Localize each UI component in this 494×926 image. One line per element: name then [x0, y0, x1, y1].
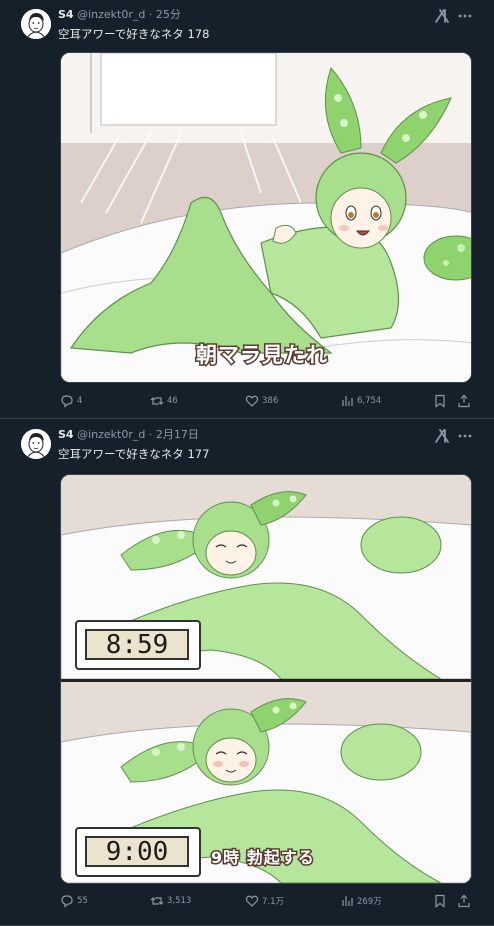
views-button[interactable]: 269万	[340, 894, 382, 908]
action-bar: 55 3,513 7.1万 269万	[58, 894, 474, 912]
reply-button[interactable]: 4	[60, 394, 82, 408]
timestamp[interactable]: 25分	[156, 8, 181, 21]
like-icon	[245, 395, 259, 407]
separator-dot: ·	[148, 428, 153, 441]
image-caption: 朝マラ見たれ	[195, 342, 329, 369]
panel-top: 8:59	[61, 475, 471, 679]
repost-button[interactable]: 3,513	[150, 894, 191, 908]
clock-display: 9:00	[85, 836, 189, 867]
like-button[interactable]: 386	[245, 394, 278, 408]
like-icon	[245, 895, 259, 907]
grok-icon[interactable]	[433, 7, 451, 25]
alarm-clock: 8:59	[75, 620, 201, 670]
like-count: 386	[262, 396, 279, 406]
tweet-header: S4 @inzekt0r_d · 25分	[58, 8, 181, 22]
illustration	[61, 53, 471, 382]
share-icon[interactable]	[457, 894, 471, 908]
share-icon[interactable]	[457, 394, 471, 408]
separator-dot: ·	[148, 8, 153, 21]
avatar-portrait	[21, 429, 51, 459]
action-bar: 4 46 386 6,754	[58, 394, 474, 412]
bookmark-icon[interactable]	[433, 894, 447, 908]
views-icon	[342, 396, 353, 406]
clock-display: 8:59	[85, 629, 189, 660]
timestamp[interactable]: 2月17日	[156, 428, 199, 441]
avatar[interactable]	[21, 9, 51, 39]
avatar[interactable]	[21, 429, 51, 459]
views-button[interactable]: 6,754	[340, 394, 381, 408]
tweet-image[interactable]: 8:59 9:00 9時 勃起する	[60, 474, 472, 884]
author-name[interactable]: S4	[58, 8, 74, 21]
like-count: 7.1万	[262, 897, 285, 907]
bookmark-icon[interactable]	[433, 394, 447, 408]
tweet-image[interactable]: 朝マラ見たれ	[60, 52, 472, 383]
tweet[interactable]: S4 @inzekt0r_d · 2月17日 空耳アワーで好きなネタ 177 8…	[0, 420, 494, 926]
reply-icon	[61, 395, 73, 408]
reply-button[interactable]: 55	[60, 894, 88, 908]
author-handle[interactable]: @inzekt0r_d	[77, 428, 145, 441]
repost-icon	[150, 897, 164, 905]
tweet-text: 空耳アワーで好きなネタ 177	[58, 447, 210, 461]
reply-count: 4	[77, 396, 83, 406]
avatar-portrait	[21, 9, 51, 39]
tweet-header: S4 @inzekt0r_d · 2月17日	[58, 428, 199, 442]
views-count: 269万	[357, 897, 382, 907]
views-count: 6,754	[357, 396, 382, 406]
like-button[interactable]: 7.1万	[245, 894, 284, 908]
more-icon[interactable]	[456, 7, 474, 25]
repost-button[interactable]: 46	[150, 394, 178, 408]
panel-bottom: 9:00 9時 勃起する	[61, 682, 471, 883]
more-icon[interactable]	[456, 427, 474, 445]
reply-count: 55	[77, 896, 88, 906]
repost-count: 3,513	[167, 896, 192, 906]
repost-count: 46	[167, 396, 178, 406]
repost-icon	[150, 397, 164, 405]
tweet-text: 空耳アワーで好きなネタ 178	[58, 27, 210, 41]
author-handle[interactable]: @inzekt0r_d	[77, 8, 145, 21]
grok-icon[interactable]	[433, 427, 451, 445]
tweet[interactable]: S4 @inzekt0r_d · 25分 空耳アワーで好きなネタ 178 朝マラ…	[0, 0, 494, 419]
alarm-clock: 9:00	[75, 827, 201, 877]
views-icon	[342, 896, 353, 906]
reply-icon	[61, 895, 73, 908]
image-caption: 9時 勃起する	[210, 847, 316, 869]
author-name[interactable]: S4	[58, 428, 74, 441]
